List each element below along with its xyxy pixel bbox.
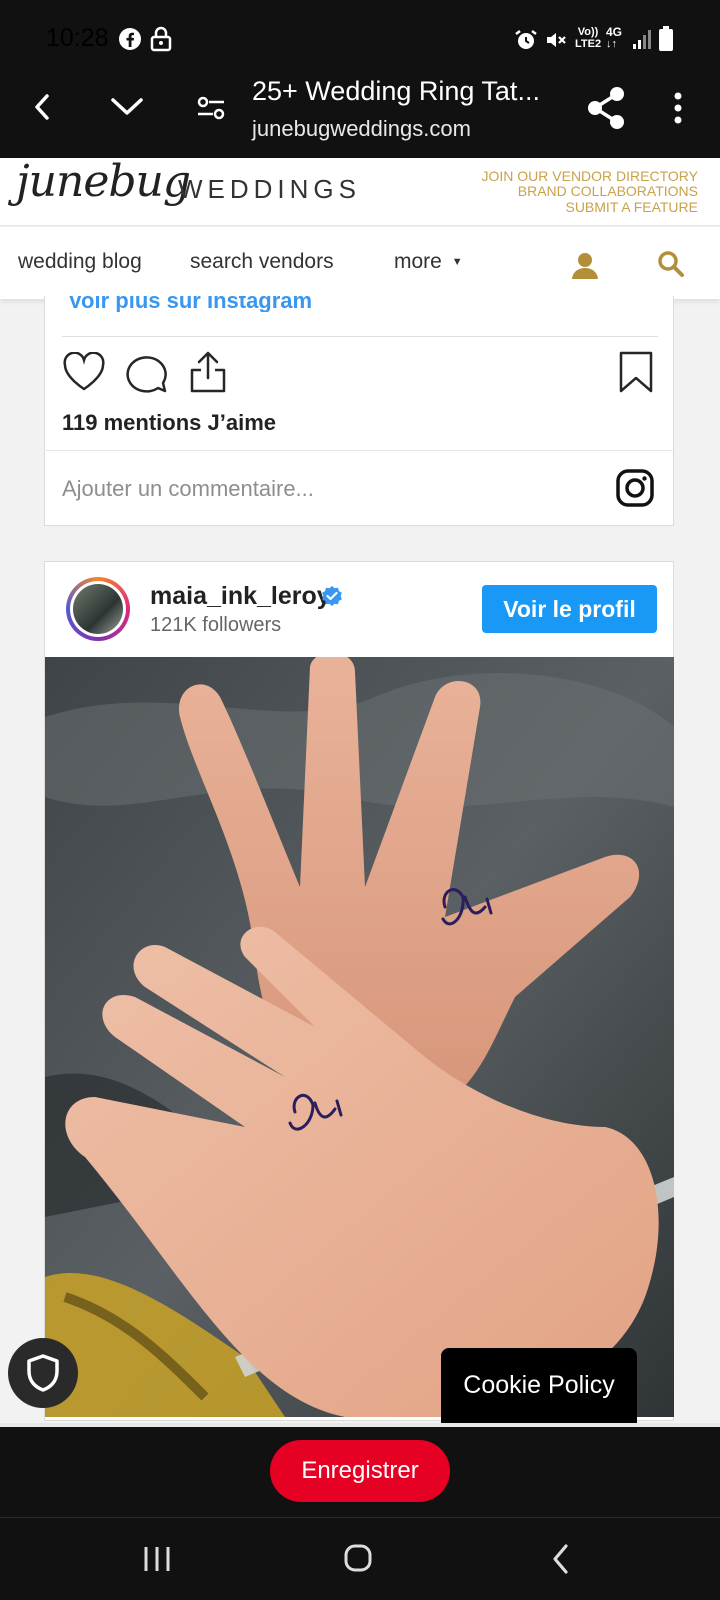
caret-down-icon: ▼ — [451, 256, 463, 268]
see-more-instagram-link[interactable]: Voir plus sur Instagram — [68, 296, 312, 312]
facebook-icon — [119, 28, 141, 50]
likes-count[interactable]: 119 mentions J’aime — [62, 410, 276, 436]
nav-wedding-blog[interactable]: wedding blog — [18, 250, 142, 274]
followers-count: 121K followers — [150, 614, 282, 636]
mute-icon — [547, 33, 566, 47]
save-button[interactable]: Enregistrer — [270, 1440, 450, 1502]
signal-icon — [633, 30, 651, 49]
user-icon[interactable] — [570, 250, 600, 280]
network-sim-label: LTE2 — [575, 38, 602, 50]
back-arrow-icon[interactable] — [30, 92, 54, 122]
post-photo[interactable] — [45, 657, 674, 1417]
share-icon[interactable] — [586, 86, 626, 130]
post-username[interactable]: maia_ink_leroy — [150, 582, 331, 611]
logo-text[interactable]: WEDDINGS — [178, 174, 361, 205]
home-icon[interactable] — [343, 1543, 373, 1573]
privacy-shield-button[interactable] — [8, 1338, 78, 1408]
nav-search-vendors[interactable]: search vendors — [190, 250, 334, 274]
search-icon[interactable] — [657, 250, 685, 278]
submit-feature-link[interactable]: SUBMIT A FEATURE — [565, 199, 698, 215]
instagram-logo-icon[interactable] — [615, 468, 655, 508]
more-options-icon[interactable] — [672, 90, 684, 126]
comment-icon[interactable] — [124, 351, 168, 393]
divider — [62, 336, 658, 337]
avatar[interactable] — [73, 584, 123, 634]
nav-more[interactable]: more ▼ — [394, 250, 463, 274]
data-arrows-icon: ↓↑ — [606, 38, 617, 50]
system-back-icon[interactable] — [550, 1543, 572, 1575]
nav-more-label: more — [394, 250, 442, 273]
page-domain[interactable]: junebugweddings.com — [252, 116, 471, 142]
like-heart-icon[interactable] — [62, 352, 106, 392]
network-label: Vo)) — [577, 26, 599, 38]
status-time: 10:28 — [46, 24, 109, 52]
shield-icon — [27, 1354, 59, 1392]
chevron-down-icon[interactable] — [110, 96, 144, 118]
hands-tattoo-image — [45, 657, 674, 1417]
share-post-icon[interactable] — [188, 350, 228, 394]
brand-collaborations-link[interactable]: BRAND COLLABORATIONS — [518, 183, 698, 199]
recent-apps-icon[interactable] — [142, 1545, 172, 1573]
alarm-icon — [515, 30, 537, 49]
battery-icon — [659, 26, 673, 51]
verified-badge-icon — [322, 586, 342, 606]
view-profile-button[interactable]: Voir le profil — [482, 585, 657, 633]
lock-icon — [150, 26, 172, 52]
add-comment-input[interactable]: Ajouter un commentaire... — [62, 476, 314, 502]
page-title[interactable]: 25+ Wedding Ring Tat... — [252, 76, 540, 107]
cookie-policy-button[interactable]: Cookie Policy — [441, 1348, 637, 1423]
logo-script[interactable]: junebug — [16, 156, 191, 207]
bookmark-icon[interactable] — [618, 350, 654, 394]
vendor-directory-link[interactable]: JOIN OUR VENDOR DIRECTORY — [481, 168, 698, 184]
network-type: 4G — [606, 25, 623, 39]
divider — [44, 450, 674, 451]
site-settings-icon[interactable] — [196, 94, 226, 122]
